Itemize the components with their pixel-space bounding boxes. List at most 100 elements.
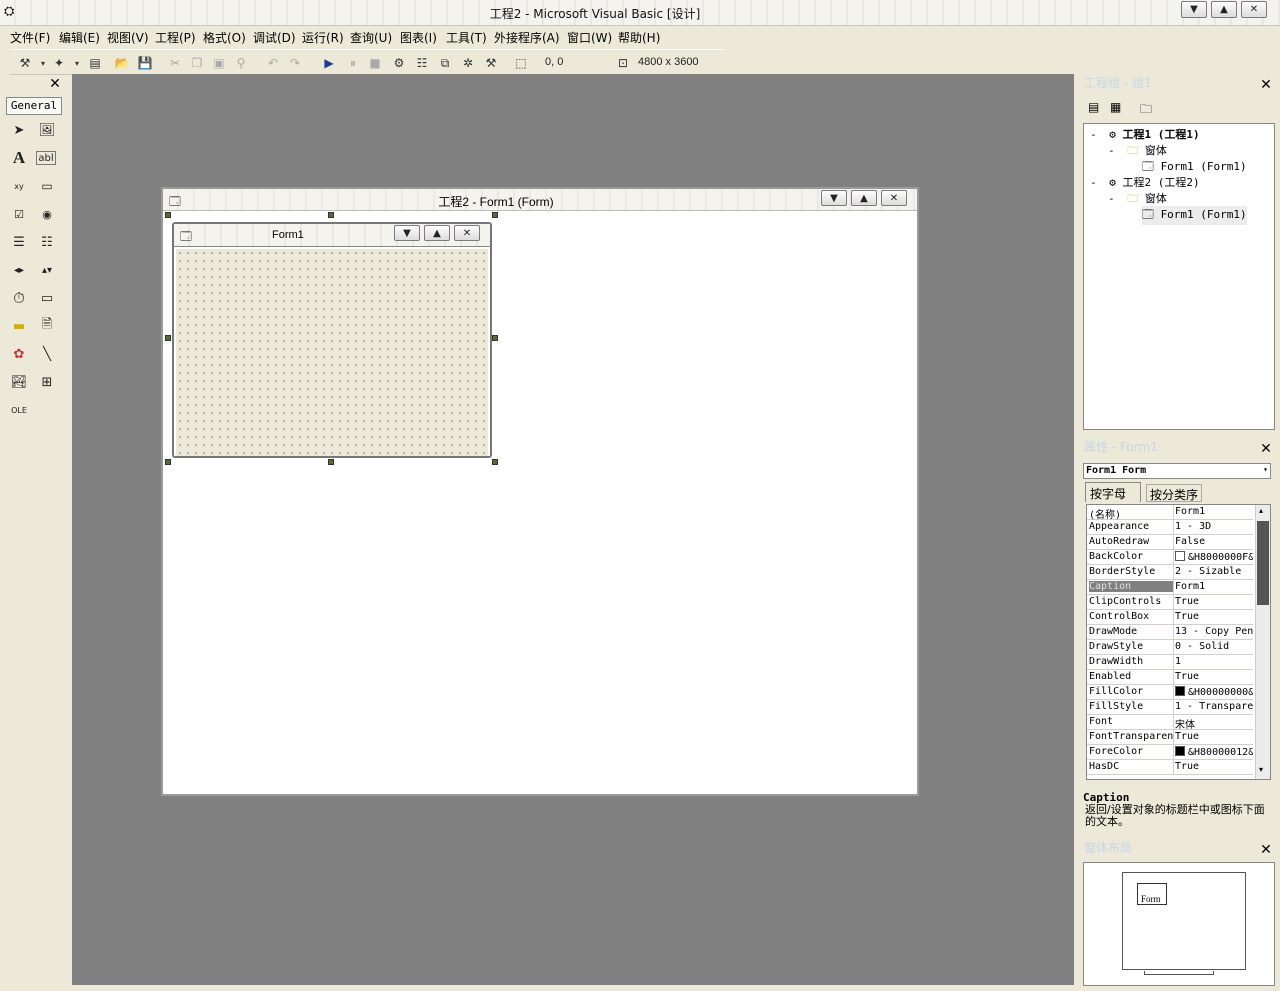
property-row[interactable]: ControlBox True bbox=[1087, 610, 1253, 625]
menu-editor-icon[interactable]: ▤ bbox=[86, 54, 104, 72]
ole-tool-icon[interactable]: OLE bbox=[8, 400, 30, 420]
property-row[interactable]: AutoRedraw False bbox=[1087, 535, 1253, 550]
property-value[interactable]: &H8000000F& bbox=[1175, 551, 1253, 563]
toolbox-tab-general[interactable]: General bbox=[6, 97, 62, 115]
picturebox-icon[interactable]: 🖼 bbox=[36, 120, 58, 140]
toggle-folders-icon[interactable]: 🗀 bbox=[1140, 100, 1152, 121]
property-row[interactable]: FillStyle 1 - Transparent bbox=[1087, 700, 1253, 715]
property-row[interactable]: Font 宋体 bbox=[1087, 715, 1253, 731]
form1-canvas[interactable]: 🗔 Form1 ▼ ▲ ✕ bbox=[172, 222, 492, 458]
chevron-down-icon[interactable]: ▾ bbox=[1263, 465, 1268, 474]
line-tool-icon[interactable]: ╲ bbox=[36, 344, 58, 364]
stop-icon[interactable]: ■ bbox=[366, 54, 384, 72]
property-row[interactable]: DrawWidth 1 bbox=[1087, 655, 1253, 670]
vscrollbar-tool-icon[interactable]: ▴▾ bbox=[36, 260, 58, 280]
collapse-icon[interactable]: - bbox=[1090, 128, 1097, 141]
designer-caption[interactable]: 🗔 工程2 - Form1 (Form) ▼ ▲ ✕ bbox=[163, 189, 917, 211]
scroll-down-icon[interactable]: ▾ bbox=[1259, 765, 1263, 774]
property-scrollbar[interactable]: ▴ ▾ bbox=[1255, 505, 1270, 779]
close-icon[interactable]: ✕ bbox=[1259, 442, 1273, 456]
property-row[interactable]: BackColor &H8000000F& bbox=[1087, 550, 1253, 565]
paste-icon[interactable]: ▣ bbox=[210, 54, 228, 72]
property-value[interactable]: &H00000000& bbox=[1175, 686, 1253, 698]
textbox-tool-icon[interactable]: abl bbox=[36, 151, 56, 165]
scroll-up-icon[interactable]: ▴ bbox=[1259, 506, 1263, 515]
data-tool-icon[interactable]: ⊞ bbox=[36, 372, 58, 392]
object-combo[interactable]: Form1 Form ▾ bbox=[1083, 463, 1271, 479]
menu-debug[interactable]: 调试(D) bbox=[253, 29, 296, 46]
pointer-icon[interactable]: ➤ bbox=[8, 120, 30, 140]
properties-window-icon[interactable]: ☷ bbox=[413, 54, 431, 72]
project-explorer-icon[interactable]: ⚙ bbox=[390, 54, 408, 72]
close-button[interactable]: ✕ bbox=[1241, 1, 1267, 18]
property-value[interactable]: 0 - Solid bbox=[1175, 641, 1253, 652]
redo-icon[interactable]: ↷ bbox=[286, 54, 304, 72]
save-icon[interactable]: 💾 bbox=[136, 54, 154, 72]
property-value[interactable]: True bbox=[1175, 731, 1253, 742]
property-value[interactable]: &H80000012& bbox=[1175, 746, 1253, 758]
menu-view[interactable]: 视图(V) bbox=[107, 29, 149, 46]
property-row[interactable]: HasDC True bbox=[1087, 760, 1253, 775]
tree-node-form-selected[interactable]: 🗔 Form1 (Form1) bbox=[1142, 206, 1247, 225]
property-value[interactable]: 1 bbox=[1175, 656, 1253, 667]
form1-grid[interactable] bbox=[176, 249, 488, 456]
designer-close-button[interactable]: ✕ bbox=[881, 190, 907, 206]
property-row[interactable]: BorderStyle 2 - Sizable bbox=[1087, 565, 1253, 580]
hscrollbar-tool-icon[interactable]: ◂▸ bbox=[8, 260, 30, 280]
menu-edit[interactable]: 编辑(E) bbox=[59, 29, 100, 46]
property-value[interactable]: True bbox=[1175, 671, 1253, 682]
property-row[interactable]: ForeColor &H80000012& bbox=[1087, 745, 1253, 760]
property-row[interactable]: ClipControls True bbox=[1087, 595, 1253, 610]
menu-addins[interactable]: 外接程序(A) bbox=[494, 29, 560, 46]
checkbox-tool-icon[interactable]: ☑ bbox=[8, 204, 30, 224]
tab-categorized[interactable]: 按分类序 bbox=[1146, 484, 1202, 502]
form-layout-icon[interactable]: ⧉ bbox=[436, 54, 454, 72]
property-row[interactable]: (名称) Form1 bbox=[1087, 505, 1253, 521]
resize-handle[interactable] bbox=[492, 459, 498, 465]
toolbox-icon[interactable]: ⚒ bbox=[482, 54, 500, 72]
collapse-icon[interactable]: - bbox=[1108, 144, 1115, 157]
property-value[interactable]: 1 - 3D bbox=[1175, 521, 1253, 532]
add-project-icon[interactable]: ⚒ bbox=[16, 54, 34, 72]
tree-node-project[interactable]: - ⚙ 工程2 (工程2) bbox=[1090, 174, 1200, 190]
open-folder-icon[interactable]: 📂 bbox=[113, 54, 131, 72]
property-value[interactable]: 宋体 bbox=[1175, 716, 1253, 731]
resize-handle[interactable] bbox=[165, 212, 171, 218]
combobox-tool-icon[interactable]: ☰ bbox=[8, 232, 30, 252]
resize-handle[interactable] bbox=[165, 459, 171, 465]
property-value[interactable]: 13 - Copy Pen bbox=[1175, 626, 1253, 637]
optionbutton-tool-icon[interactable]: ◉ bbox=[36, 204, 58, 224]
drivelistbox-tool-icon[interactable]: ▭ bbox=[36, 288, 58, 308]
menu-tools[interactable]: 工具(T) bbox=[446, 29, 487, 46]
resize-handle[interactable] bbox=[328, 459, 334, 465]
view-object-icon[interactable]: ▦ bbox=[1110, 100, 1121, 114]
resize-handle[interactable] bbox=[492, 212, 498, 218]
image-tool-icon[interactable]: 🏞 bbox=[8, 372, 30, 392]
close-icon[interactable]: ✕ bbox=[1259, 78, 1273, 92]
mini-form[interactable]: Form bbox=[1137, 883, 1167, 905]
property-value[interactable]: False bbox=[1175, 536, 1253, 547]
frame-tool-icon[interactable]: xy bbox=[8, 176, 30, 196]
collapse-icon[interactable]: - bbox=[1108, 192, 1115, 205]
close-icon[interactable]: ✕ bbox=[1259, 843, 1273, 857]
menu-file[interactable]: 文件(F) bbox=[10, 29, 50, 46]
designer-maximize-button[interactable]: ▲ bbox=[851, 190, 877, 206]
property-row[interactable]: Appearance 1 - 3D bbox=[1087, 520, 1253, 535]
designer-minimize-button[interactable]: ▼ bbox=[821, 190, 847, 206]
view-code-icon[interactable]: ▤ bbox=[1088, 100, 1099, 114]
property-value[interactable]: True bbox=[1175, 596, 1253, 607]
menu-run[interactable]: 运行(R) bbox=[302, 29, 344, 46]
property-row[interactable]: Enabled True bbox=[1087, 670, 1253, 685]
menu-project[interactable]: 工程(P) bbox=[155, 29, 196, 46]
menu-query[interactable]: 查询(U) bbox=[350, 29, 392, 46]
property-row[interactable]: FontTransparent True bbox=[1087, 730, 1253, 745]
close-icon[interactable]: ✕ bbox=[48, 77, 62, 91]
property-value[interactable]: Form1 bbox=[1175, 506, 1253, 517]
object-browser-icon[interactable]: ✲ bbox=[459, 54, 477, 72]
run-icon[interactable]: ▶ bbox=[320, 54, 338, 72]
label-tool-icon[interactable]: A bbox=[8, 148, 30, 168]
pause-icon[interactable]: ⏸ bbox=[344, 54, 362, 72]
menu-format[interactable]: 格式(O) bbox=[203, 29, 246, 46]
menu-diagram[interactable]: 图表(I) bbox=[400, 29, 437, 46]
cut-icon[interactable]: ✂ bbox=[166, 54, 184, 72]
